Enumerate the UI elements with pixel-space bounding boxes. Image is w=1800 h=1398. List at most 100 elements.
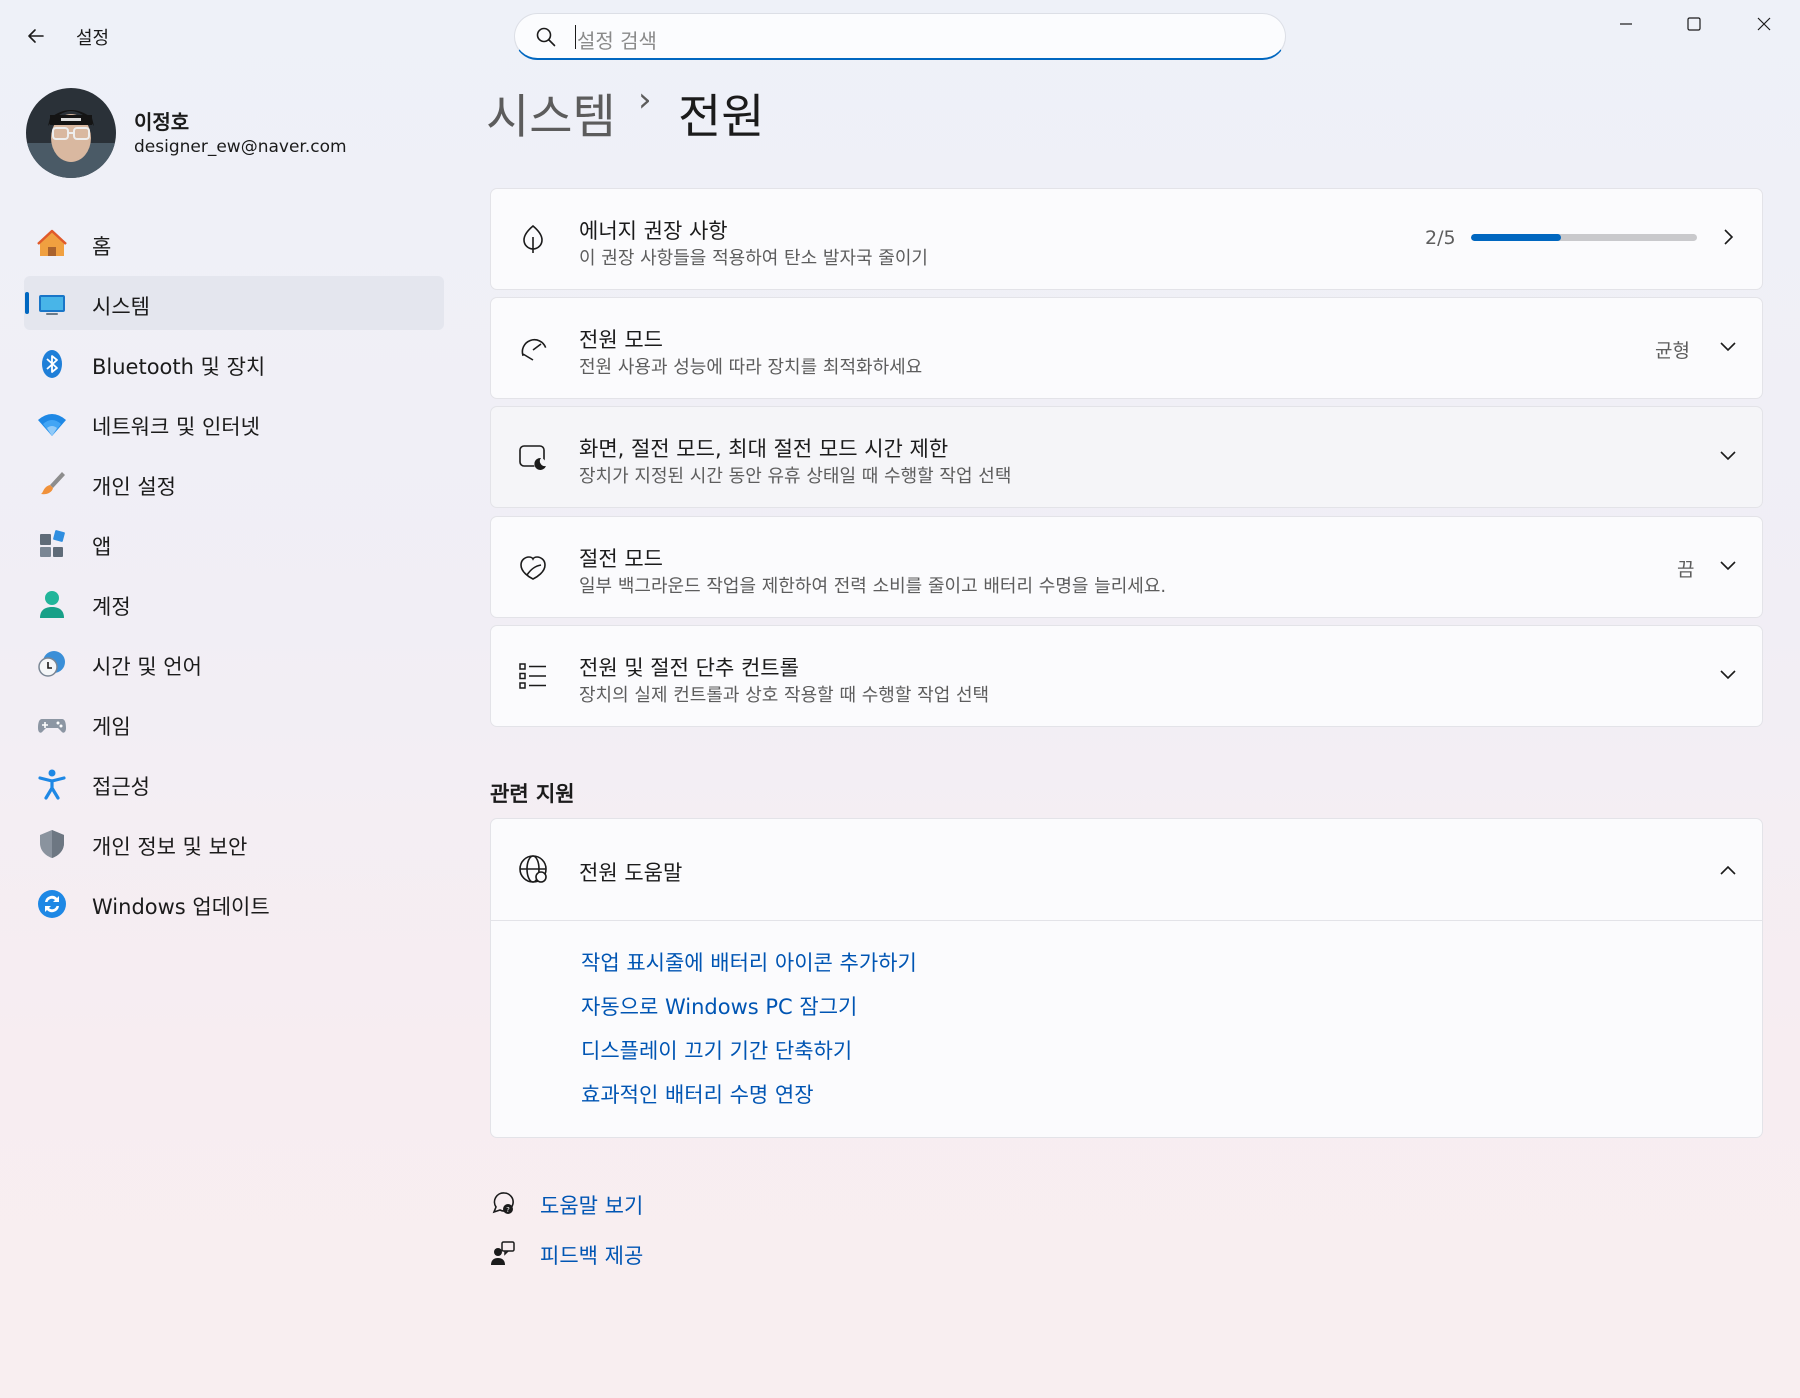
screen-sleep-icon [519, 445, 546, 470]
home-icon [37, 229, 67, 256]
feedback-link[interactable]: 피드백 제공 [490, 1240, 643, 1268]
close-button[interactable] [1730, 0, 1798, 48]
bluetooth-icon [42, 350, 62, 378]
card-title: 에너지 권장 사항 [579, 219, 728, 243]
energy-saver-leaf-icon [520, 556, 546, 580]
card-subtitle: 이 권장 사항들을 적용하여 탄소 발자국 줄이기 [579, 248, 928, 269]
card-subtitle: 전원 사용과 성능에 따라 장치를 최적화하세요 [579, 357, 923, 378]
wifi-icon [38, 414, 66, 436]
power-help-header[interactable]: 전원 도움말 [491, 819, 1762, 921]
chevron-down-icon [1720, 342, 1736, 352]
leaf-icon [523, 224, 543, 253]
close-icon [1757, 17, 1771, 31]
sidebar-item-label: Windows 업데이트 [92, 895, 270, 919]
breadcrumb: 시스템 › 전원 [486, 78, 764, 147]
minimize-button[interactable] [1592, 0, 1660, 48]
chevron-right-icon [1724, 229, 1734, 245]
help-link[interactable]: 디스플레이 끄기 기간 단축하기 [581, 1035, 917, 1079]
power-buttons-card[interactable]: 전원 및 절전 단추 컨트롤 장치의 실제 컨트롤과 상호 작용할 때 수행할 … [490, 625, 1763, 727]
gamepad-icon [38, 719, 66, 733]
chevron-down-icon [1720, 670, 1736, 680]
sidebar-item-system[interactable]: 시스템 [24, 276, 444, 330]
help-link[interactable]: 작업 표시줄에 배터리 아이콘 추가하기 [581, 947, 917, 991]
battery-saver-card[interactable]: 절전 모드 일부 백그라운드 작업을 제한하여 전력 소비를 줄이고 배터리 수… [490, 516, 1763, 618]
search-input[interactable]: 설정 검색 [577, 25, 657, 54]
progress-fill [1471, 234, 1562, 241]
sidebar-item-label: 게임 [92, 715, 131, 739]
sidebar-item-label: 시간 및 언어 [92, 655, 202, 679]
card-title: 절전 모드 [579, 547, 663, 571]
card-title: 전원 모드 [579, 328, 663, 352]
sidebar-item-label: 계정 [92, 595, 131, 619]
card-title: 전원 및 절전 단추 컨트롤 [579, 656, 799, 680]
search-box[interactable]: 설정 검색 [514, 13, 1286, 60]
system-icon [39, 295, 65, 315]
update-icon [38, 890, 66, 918]
user-email: designer_ew@naver.com [134, 137, 347, 157]
section-title: 관련 지원 [490, 782, 575, 806]
shield-icon [40, 830, 64, 858]
sidebar-item-label: 개인 설정 [92, 475, 176, 499]
maximize-icon [1687, 17, 1701, 31]
sidebar-nav: 홈 시스템 Bluetooth 및 장치 네트워크 및 인터넷 개인 설정 앱 … [24, 216, 444, 936]
progress-text: 2/5 [1425, 227, 1456, 249]
sidebar-item-windows-update[interactable]: Windows 업데이트 [24, 876, 444, 930]
help-link[interactable]: 자동으로 Windows PC 잠그기 [581, 991, 917, 1035]
back-arrow-icon [28, 29, 44, 43]
sidebar-item-apps[interactable]: 앱 [24, 516, 444, 570]
chevron-down-icon [1720, 561, 1736, 571]
get-help-link[interactable]: ? 도움말 보기 [490, 1190, 643, 1218]
breadcrumb-parent[interactable]: 시스템 [486, 90, 616, 145]
energy-recommendations-card[interactable]: 에너지 권장 사항 이 권장 사항들을 적용하여 탄소 발자국 줄이기 2/5 [490, 188, 1763, 290]
sidebar-item-home[interactable]: 홈 [24, 216, 444, 270]
account-icon [40, 591, 64, 618]
sidebar-item-label: 시스템 [92, 295, 150, 319]
back-button[interactable] [18, 18, 54, 54]
card-title: 전원 도움말 [579, 861, 683, 885]
sidebar-item-network[interactable]: 네트워크 및 인터넷 [24, 396, 444, 450]
sidebar-item-label: 홈 [92, 235, 112, 259]
sidebar-item-label: Bluetooth 및 장치 [92, 355, 266, 379]
selection-indicator [25, 292, 29, 314]
text-cursor [575, 25, 576, 49]
minimize-icon [1620, 23, 1632, 25]
sidebar-item-accessibility[interactable]: 접근성 [24, 756, 444, 810]
svg-text:?: ? [506, 1206, 510, 1214]
sidebar-item-personalization[interactable]: 개인 설정 [24, 456, 444, 510]
chevron-down-icon [1720, 451, 1736, 461]
sidebar-item-time-language[interactable]: 시간 및 언어 [24, 636, 444, 690]
feedback-icon [491, 1241, 515, 1265]
sidebar-item-bluetooth[interactable]: Bluetooth 및 장치 [24, 336, 444, 390]
maximize-button[interactable] [1660, 0, 1728, 48]
get-help-label: 도움말 보기 [540, 1194, 644, 1218]
page-title: 전원 [678, 90, 765, 145]
globe-icon [519, 855, 547, 883]
screen-sleep-timeouts-card[interactable]: 화면, 절전 모드, 최대 절전 모드 시간 제한 장치가 지정된 시간 동안 … [490, 406, 1763, 508]
energy-progress-bar [1471, 234, 1697, 241]
sidebar-item-label: 앱 [92, 535, 112, 559]
card-title: 화면, 절전 모드, 최대 절전 모드 시간 제한 [579, 437, 949, 461]
power-mode-card[interactable]: 전원 모드 전원 사용과 성능에 따라 장치를 최적화하세요 균형 [490, 297, 1763, 399]
list-icon [519, 663, 546, 689]
sidebar-item-privacy[interactable]: 개인 정보 및 보안 [24, 816, 444, 870]
power-mode-icon [521, 339, 547, 361]
help-link[interactable]: 효과적인 배터리 수명 연장 [581, 1079, 917, 1123]
sidebar-item-gaming[interactable]: 게임 [24, 696, 444, 750]
breadcrumb-separator: › [638, 80, 652, 120]
chevron-up-icon [1720, 865, 1736, 875]
feedback-label: 피드백 제공 [540, 1244, 644, 1268]
card-subtitle: 장치가 지정된 시간 동안 유휴 상태일 때 수행할 작업 선택 [579, 466, 1012, 487]
card-subtitle: 일부 백그라운드 작업을 제한하여 전력 소비를 줄이고 배터리 수명을 늘리세… [579, 576, 1167, 597]
avatar [26, 88, 116, 178]
sidebar-item-label: 네트워크 및 인터넷 [92, 415, 260, 439]
sidebar-item-accounts[interactable]: 계정 [24, 576, 444, 630]
accessibility-icon [38, 769, 66, 800]
help-links: 작업 표시줄에 배터리 아이콘 추가하기 자동으로 Windows PC 잠그기… [581, 947, 917, 1123]
power-mode-dropdown[interactable]: 균형 [1655, 336, 1690, 363]
power-help-card: 전원 도움말 작업 표시줄에 배터리 아이콘 추가하기 자동으로 Windows… [490, 818, 1763, 1138]
title-bar: 설정 설정 검색 [0, 0, 1800, 70]
sidebar-item-label: 개인 정보 및 보안 [92, 835, 248, 859]
time-language-icon [38, 651, 65, 677]
help-icon: ? [492, 1192, 514, 1214]
card-subtitle: 장치의 실제 컨트롤과 상호 작용할 때 수행할 작업 선택 [579, 685, 990, 706]
